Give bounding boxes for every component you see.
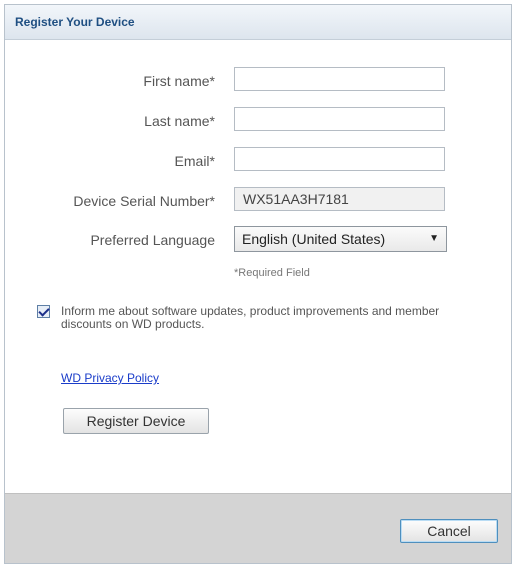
first-name-row: First name* <box>5 67 505 97</box>
last-name-row: Last name* <box>5 107 505 137</box>
inform-me-checkbox[interactable] <box>37 305 50 318</box>
required-field-note: *Required Field <box>234 267 310 279</box>
dialog-titlebar: Register Your Device <box>5 5 511 40</box>
dialog-footer: Cancel <box>5 493 511 563</box>
register-device-button[interactable]: Register Device <box>63 408 209 434</box>
language-label: Preferred Language <box>90 232 215 248</box>
language-select[interactable]: English (United States) ▼ <box>234 226 447 252</box>
serial-number-field[interactable]: WX51AA3H7181 <box>234 187 445 211</box>
register-device-dialog: Register Your Device First name* Last na… <box>4 4 512 564</box>
email-row: Email* <box>5 147 505 177</box>
email-input[interactable] <box>234 147 445 171</box>
language-row: Preferred Language English (United State… <box>5 226 505 256</box>
serial-label: Device Serial Number* <box>73 193 215 209</box>
dialog-title: Register Your Device <box>15 15 135 29</box>
privacy-policy-link[interactable]: WD Privacy Policy <box>61 371 159 385</box>
language-selected-value: English (United States) <box>242 231 386 247</box>
first-name-input[interactable] <box>234 67 445 91</box>
chevron-down-icon[interactable]: ▼ <box>429 233 439 244</box>
last-name-label: Last name* <box>144 113 215 129</box>
first-name-label: First name* <box>143 73 215 89</box>
inform-me-label: Inform me about software updates, produc… <box>61 304 440 331</box>
last-name-input[interactable] <box>234 107 445 131</box>
serial-row: Device Serial Number* WX51AA3H7181 <box>5 187 505 217</box>
cancel-button[interactable]: Cancel <box>400 519 498 543</box>
email-label: Email* <box>174 153 215 169</box>
